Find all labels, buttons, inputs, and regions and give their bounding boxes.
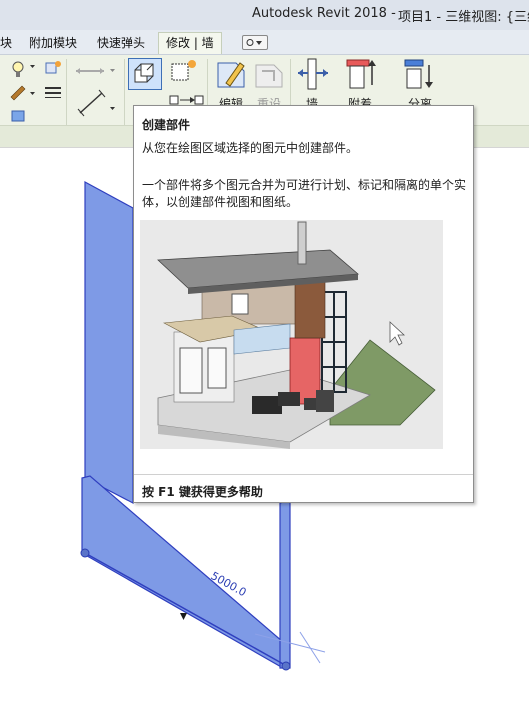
create-assembly-button[interactable] [128,58,162,90]
title-bar: Autodesk Revit 2018 - 项目1 - 三维视图: {三维 [0,0,529,30]
dimension-witness-line [299,631,321,664]
tooltip-illustration [140,220,443,449]
tab-modify-wall[interactable]: 修改 | 墙 [158,32,222,54]
wall-end-handle[interactable] [281,661,291,671]
edit-profile-icon[interactable] [214,57,248,91]
flip-control-icon[interactable] [180,613,187,620]
document-title: 项目1 - 三维视图: {三维 [398,10,529,25]
app-title: Autodesk Revit 2018 - [252,6,396,21]
tooltip-title: 创建部件 [142,118,191,132]
detach-top-base-icon[interactable] [402,57,436,91]
tab-quick-bullet[interactable]: 快速弹头 [97,34,145,51]
tab-partial[interactable]: 块 [0,34,12,51]
tab-dropdown-button[interactable] [242,35,268,50]
tooltip-help-hint: 按 F1 键获得更多帮助 [142,485,263,499]
attach-top-base-icon[interactable] [344,57,378,91]
chevron-down-icon [246,39,262,46]
tab-add-ins[interactable]: 附加模块 [29,34,77,51]
tooltip-detail-line2: 体，以创建部件视图和图纸。 [142,195,299,209]
tooltip-detail-line1: 一个部件将多个图元合并为可进行计划、标记和隔离的单个实 [142,178,467,192]
view-tools-icon[interactable] [8,59,68,123]
tooltip-footer: 按 F1 键获得更多帮助 [134,474,473,503]
assembly-icon [134,63,154,83]
selected-wall[interactable] [84,180,134,504]
tooltip-description: 从您在绘图区域选择的图元中创建部件。 [142,141,359,155]
selected-wall-face[interactable] [81,475,291,669]
wall-opening-icon[interactable] [296,57,330,91]
measure-tools-icon[interactable] [72,59,124,123]
wall-end-handle[interactable] [80,548,90,558]
create-assembly-tooltip: 创建部件 从您在绘图区域选择的图元中创建部件。 一个部件将多个图元合并为可进行计… [133,105,474,503]
house-cutaway-illustration [140,220,443,449]
reset-profile-icon [255,64,283,88]
